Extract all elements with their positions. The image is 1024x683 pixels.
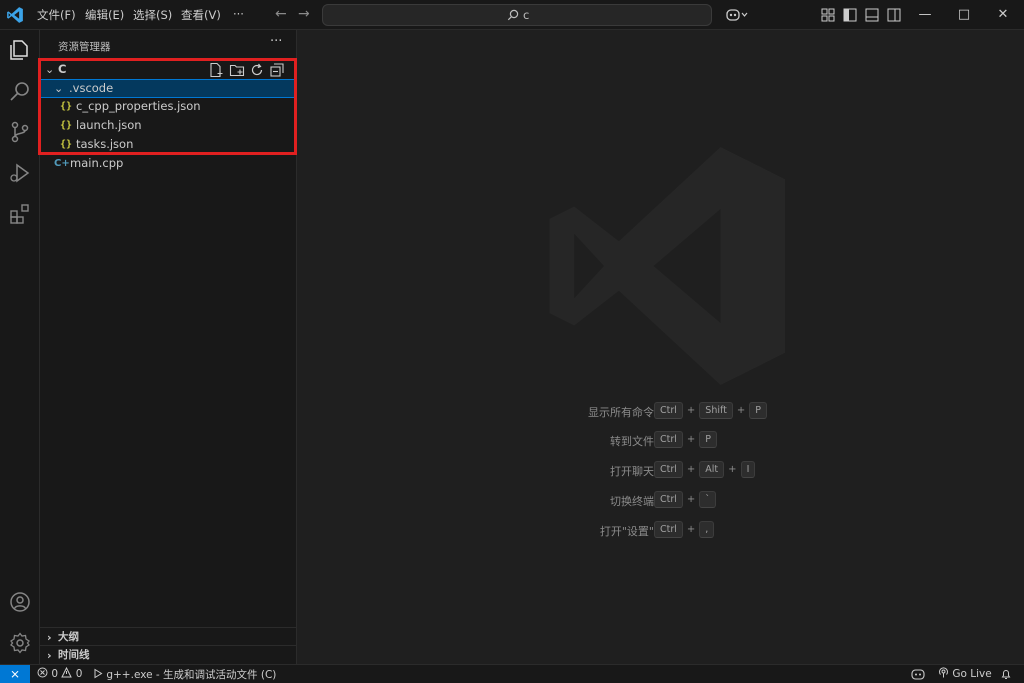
explorer-more-actions-icon[interactable]: ··· — [270, 34, 282, 49]
source-control-icon[interactable] — [8, 120, 32, 144]
status-bar: ⨯ 0 0 g++.exe - 生成和调试活动文件 (C) Go Live — [0, 664, 1024, 683]
tree-item-label: tasks.json — [76, 137, 134, 151]
menu-view[interactable]: 查看(V) — [181, 7, 221, 23]
hint-open-chat: 打开聊天 Ctrl + Alt + I — [297, 461, 1024, 479]
chevron-right-icon: › — [47, 649, 52, 662]
debug-run-icon — [94, 668, 103, 679]
command-center-search[interactable]: c — [322, 4, 712, 26]
section-timeline[interactable]: › 时间线 — [40, 645, 297, 664]
hint-label: 显示所有命令 — [588, 406, 654, 419]
error-icon — [37, 667, 48, 678]
title-bar: 文件(F) 编辑(E) 选择(S) 查看(V) ··· ← → c — □ ✕ — [0, 0, 1024, 30]
tree-item-vscode-folder[interactable]: ⌄ .vscode — [40, 79, 297, 98]
tree-item-label: c_cpp_properties.json — [76, 99, 201, 113]
folder-root-label: C — [58, 62, 67, 76]
keycap: Ctrl — [654, 431, 683, 448]
customize-layout-icon[interactable] — [821, 8, 835, 22]
json-file-icon: {} — [60, 101, 73, 112]
section-outline[interactable]: › 大纲 — [40, 627, 297, 646]
tree-item-launch-json[interactable]: {} launch.json — [40, 116, 297, 135]
toggle-secondary-sidebar-icon[interactable] — [887, 8, 901, 22]
explorer-title: 资源管理器 — [58, 41, 111, 53]
minimize-button[interactable]: — — [905, 4, 945, 26]
back-arrow-icon[interactable]: ← — [275, 6, 287, 22]
menu-file[interactable]: 文件(F) — [37, 7, 76, 23]
hint-label: 打开"设置" — [599, 525, 654, 538]
keycap: Ctrl — [654, 491, 683, 508]
json-file-icon: {} — [60, 139, 73, 150]
toggle-sidebar-icon[interactable] — [843, 8, 857, 22]
menu-edit[interactable]: 编辑(E) — [85, 7, 124, 23]
forward-arrow-icon[interactable]: → — [298, 6, 310, 22]
warning-count: 0 — [75, 668, 83, 680]
settings-gear-icon[interactable] — [8, 631, 32, 655]
close-button[interactable]: ✕ — [983, 4, 1023, 26]
json-file-icon: {} — [60, 120, 73, 131]
menu-selection[interactable]: 选择(S) — [133, 7, 172, 23]
problems-indicator[interactable]: 0 0 — [37, 666, 83, 680]
keycap: I — [740, 461, 756, 478]
notifications-bell-icon[interactable] — [1000, 668, 1012, 680]
copilot-status-icon[interactable] — [911, 669, 925, 680]
files-icon[interactable] — [8, 38, 32, 62]
search-icon[interactable] — [8, 79, 32, 103]
go-live-label: Go Live — [952, 668, 992, 680]
keycap: Alt — [699, 461, 725, 478]
folder-root[interactable]: ⌄ C — [40, 60, 297, 79]
collapse-all-icon[interactable] — [269, 62, 285, 78]
tree-item-label: launch.json — [76, 118, 142, 132]
chevron-down-icon: ⌄ — [45, 63, 55, 76]
maximize-button[interactable]: □ — [944, 4, 984, 26]
tree-item-label: main.cpp — [70, 156, 124, 170]
tree-item-tasks-json[interactable]: {} tasks.json — [40, 135, 297, 154]
hint-open-settings: 打开"设置" Ctrl + , — [297, 521, 1024, 539]
tree-item-c-cpp-properties[interactable]: {} c_cpp_properties.json — [40, 97, 297, 116]
copilot-icon[interactable] — [725, 7, 749, 23]
hint-label: 打开聊天 — [610, 465, 654, 478]
hint-go-to-file: 转到文件 Ctrl + P — [297, 431, 1024, 449]
tree-item-main-cpp[interactable]: C+ main.cpp — [40, 154, 297, 173]
keycap: P — [749, 402, 768, 419]
new-file-icon[interactable] — [208, 62, 224, 78]
refresh-icon[interactable] — [249, 62, 265, 78]
vscode-watermark-icon — [549, 146, 786, 386]
command-center-text: c — [523, 8, 530, 22]
new-folder-icon[interactable] — [229, 62, 245, 78]
editor-area[interactable]: 显示所有命令 Ctrl + Shift + P 转到文件 Ctrl + P 打开… — [297, 30, 1024, 664]
tree-item-label: .vscode — [69, 81, 114, 95]
broadcast-icon — [939, 667, 948, 678]
keycap: Ctrl — [654, 521, 683, 538]
keycap: , — [699, 521, 715, 538]
keycap: Shift — [699, 402, 733, 419]
remote-indicator-button[interactable]: ⨯ — [0, 665, 30, 683]
toggle-panel-icon[interactable] — [865, 8, 879, 22]
run-debug-icon[interactable] — [8, 161, 32, 185]
section-timeline-label: 时间线 — [58, 649, 90, 661]
warning-icon — [61, 666, 73, 678]
search-icon — [507, 9, 519, 21]
account-icon[interactable] — [8, 590, 32, 614]
run-task-indicator[interactable]: g++.exe - 生成和调试活动文件 (C) — [92, 667, 276, 682]
explorer-sidebar: 资源管理器 ··· ⌄ C ⌄ .vscode {} c_cpp_propert… — [38, 30, 297, 664]
keycap: P — [699, 431, 718, 448]
go-live-button[interactable]: Go Live — [938, 667, 992, 680]
hint-toggle-terminal: 切换终端 Ctrl + ` — [297, 491, 1024, 509]
hint-show-all-commands: 显示所有命令 Ctrl + Shift + P — [297, 402, 1024, 420]
error-count: 0 — [51, 668, 59, 680]
activity-bar — [0, 30, 40, 664]
extensions-icon[interactable] — [8, 202, 32, 226]
keycap: Ctrl — [654, 461, 683, 478]
hint-label: 转到文件 — [610, 435, 654, 448]
keycap: Ctrl — [654, 402, 683, 419]
hint-label: 切换终端 — [610, 495, 654, 508]
cpp-file-icon: C+ — [54, 158, 70, 169]
vscode-logo-icon — [7, 7, 23, 23]
task-label: g++.exe - 生成和调试活动文件 (C) — [106, 669, 277, 681]
menu-more[interactable]: ··· — [233, 7, 244, 21]
keycap: ` — [699, 491, 717, 508]
chevron-down-icon: ⌄ — [54, 82, 64, 95]
